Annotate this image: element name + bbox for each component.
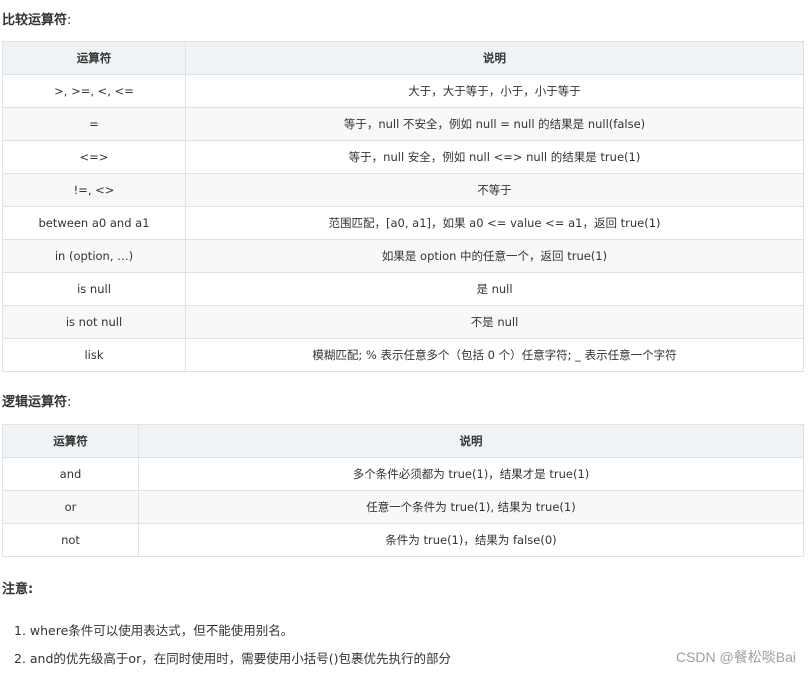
table-row: is not null 不是 null: [2, 305, 804, 339]
operator-cell: is not null: [2, 305, 186, 339]
notes-title: 注意:: [2, 582, 34, 597]
description-cell: 不等于: [185, 173, 804, 207]
section2-heading: 逻辑运算符:: [2, 391, 71, 410]
table-row: is null 是 null: [2, 272, 804, 306]
description-cell: 范围匹配，[a0, a1]，如果 a0 <= value <= a1，返回 tr…: [185, 206, 804, 240]
table-row: between a0 and a1 范围匹配，[a0, a1]，如果 a0 <=…: [2, 206, 804, 240]
section1-colon: :: [67, 13, 72, 28]
comparison-operators-table: 运算符 说明 >, >=, <, <= 大于，大于等于，小于，小于等于 = 等于…: [2, 41, 804, 372]
table-row: !=, <> 不等于: [2, 173, 804, 207]
description-cell: 大于，大于等于，小于，小于等于: [185, 74, 804, 108]
table-row: or 任意一个条件为 true(1), 结果为 true(1): [2, 490, 804, 524]
table-row: in (option, …) 如果是 option 中的任意一个，返回 true…: [2, 239, 804, 273]
table-row: = 等于，null 不安全，例如 null = null 的结果是 null(f…: [2, 107, 804, 141]
description-cell: 是 null: [185, 272, 804, 306]
header-operator: 运算符: [2, 41, 186, 75]
operator-cell: or: [2, 490, 139, 524]
operator-cell: =: [2, 107, 186, 141]
description-cell: 多个条件必须都为 true(1)，结果才是 true(1): [138, 457, 804, 491]
operator-cell: in (option, …): [2, 239, 186, 273]
operator-cell: and: [2, 457, 139, 491]
description-cell: 条件为 true(1)，结果为 false(0): [138, 523, 804, 557]
operator-cell: between a0 and a1: [2, 206, 186, 240]
description-cell: 模糊匹配; % 表示任意多个（包括 0 个）任意字符; _ 表示任意一个字符: [185, 338, 804, 372]
section2-title: 逻辑运算符: [2, 395, 68, 410]
operator-cell: is null: [2, 272, 186, 306]
note-item: 1. where条件可以使用表达式，但不能使用别名。: [14, 623, 294, 638]
operator-cell: <=>: [2, 140, 186, 174]
table-row: >, >=, <, <= 大于，大于等于，小于，小于等于: [2, 74, 804, 108]
operator-cell: !=, <>: [2, 173, 186, 207]
table-header-row: 运算符 说明: [2, 41, 804, 75]
section1-title: 比较运算符: [2, 13, 68, 28]
table-row: <=> 等于，null 安全，例如 null <=> null 的结果是 tru…: [2, 140, 804, 174]
csdn-watermark: CSDN @餐松啖Bai: [675, 649, 796, 665]
note-item: 2. and的优先级高于or，在同时使用时，需要使用小括号()包裹优先执行的部分: [14, 651, 451, 666]
operator-cell: lisk: [2, 338, 186, 372]
description-cell: 不是 null: [185, 305, 804, 339]
operator-cell: >, >=, <, <=: [2, 74, 186, 108]
description-cell: 等于，null 安全，例如 null <=> null 的结果是 true(1): [185, 140, 804, 174]
table-row: not 条件为 true(1)，结果为 false(0): [2, 523, 804, 557]
table-row: lisk 模糊匹配; % 表示任意多个（包括 0 个）任意字符; _ 表示任意一…: [2, 338, 804, 372]
header-description: 说明: [138, 424, 804, 458]
section1-heading: 比较运算符:: [2, 9, 71, 28]
header-description: 说明: [185, 41, 804, 75]
table-row: and 多个条件必须都为 true(1)，结果才是 true(1): [2, 457, 804, 491]
description-cell: 如果是 option 中的任意一个，返回 true(1): [185, 239, 804, 273]
operator-cell: not: [2, 523, 139, 557]
section2-colon: :: [67, 395, 72, 410]
logical-operators-table: 运算符 说明 and 多个条件必须都为 true(1)，结果才是 true(1)…: [2, 424, 804, 557]
description-cell: 任意一个条件为 true(1), 结果为 true(1): [138, 490, 804, 524]
table-header-row: 运算符 说明: [2, 424, 804, 458]
header-operator: 运算符: [2, 424, 139, 458]
description-cell: 等于，null 不安全，例如 null = null 的结果是 null(fal…: [185, 107, 804, 141]
